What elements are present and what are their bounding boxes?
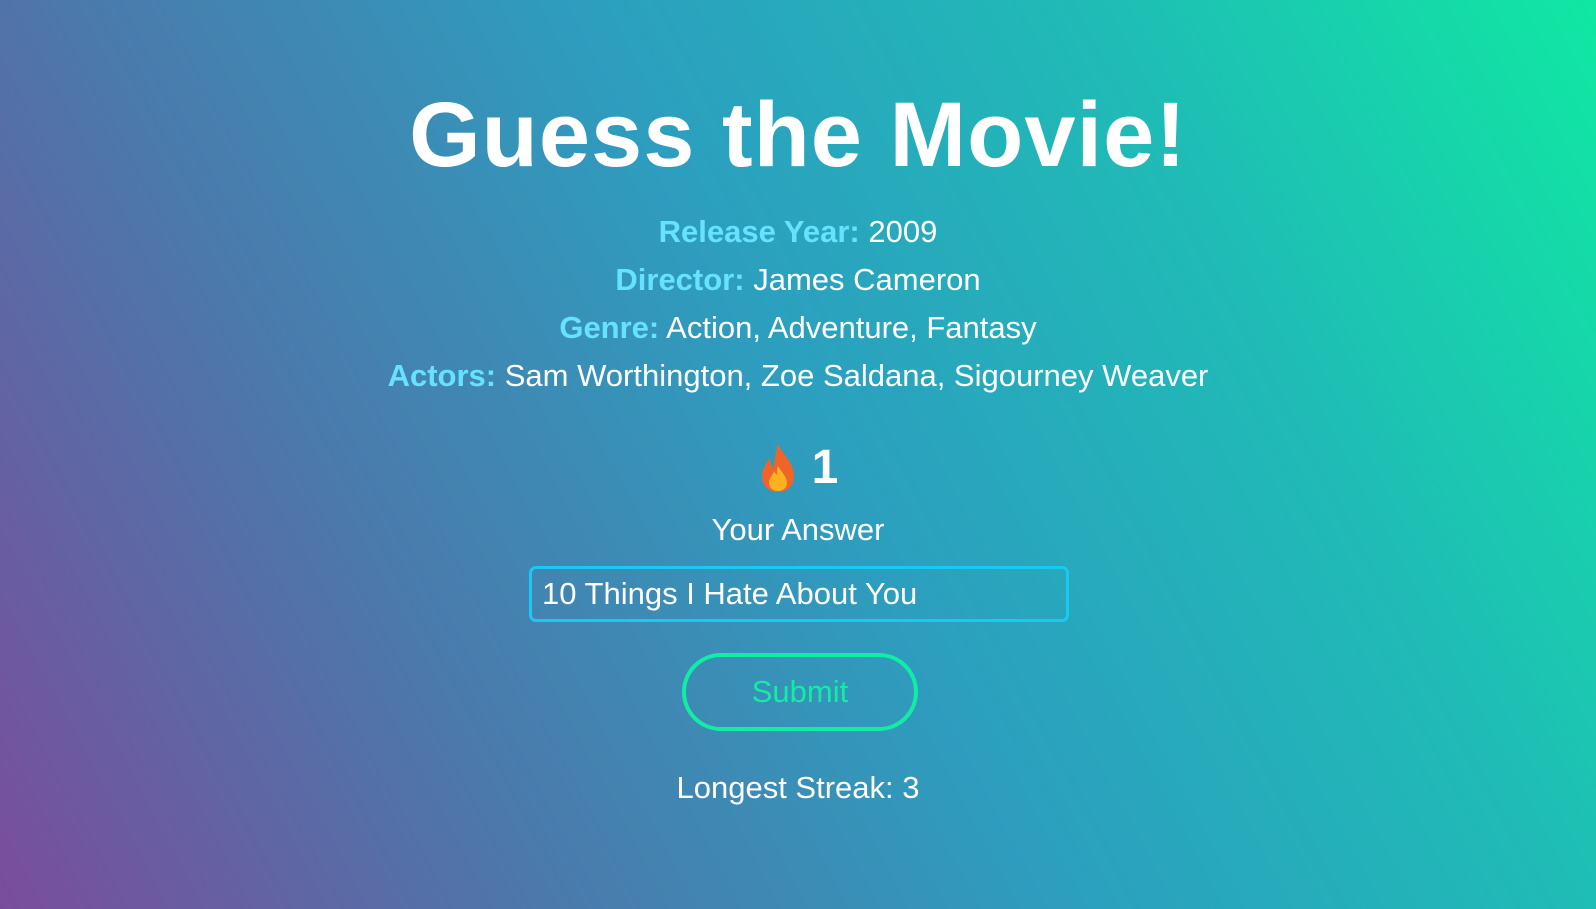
streak-count: 1	[811, 441, 839, 494]
clue-genre-label: Genre:	[559, 310, 660, 345]
submit-button[interactable]: Submit	[682, 653, 918, 731]
longest-streak: Longest Streak: 3	[676, 770, 920, 805]
clue-genre: Genre: Action, Adventure, Fantasy	[0, 308, 1596, 348]
clue-actors-label: Actors:	[387, 358, 497, 393]
answer-input[interactable]	[529, 566, 1069, 622]
clue-release-year: Release Year: 2009	[0, 212, 1596, 252]
clue-release-year-value: 2009	[868, 214, 938, 249]
clue-director: Director: James Cameron	[0, 260, 1596, 300]
page-title: Guess the Movie!	[409, 84, 1187, 186]
game-container: Guess the Movie! Release Year: 2009 Dire…	[0, 0, 1596, 909]
clue-actors-value: Sam Worthington, Zoe Saldana, Sigourney …	[504, 358, 1209, 393]
clue-release-year-label: Release Year:	[658, 214, 860, 249]
fire-icon	[758, 442, 798, 494]
clue-director-value: James Cameron	[753, 262, 981, 297]
clue-actors: Actors: Sam Worthington, Zoe Saldana, Si…	[0, 356, 1596, 396]
clue-director-label: Director:	[615, 262, 745, 297]
clue-genre-value: Action, Adventure, Fantasy	[666, 310, 1037, 345]
current-streak: 1	[0, 440, 1596, 496]
answer-label: Your Answer	[711, 512, 885, 547]
